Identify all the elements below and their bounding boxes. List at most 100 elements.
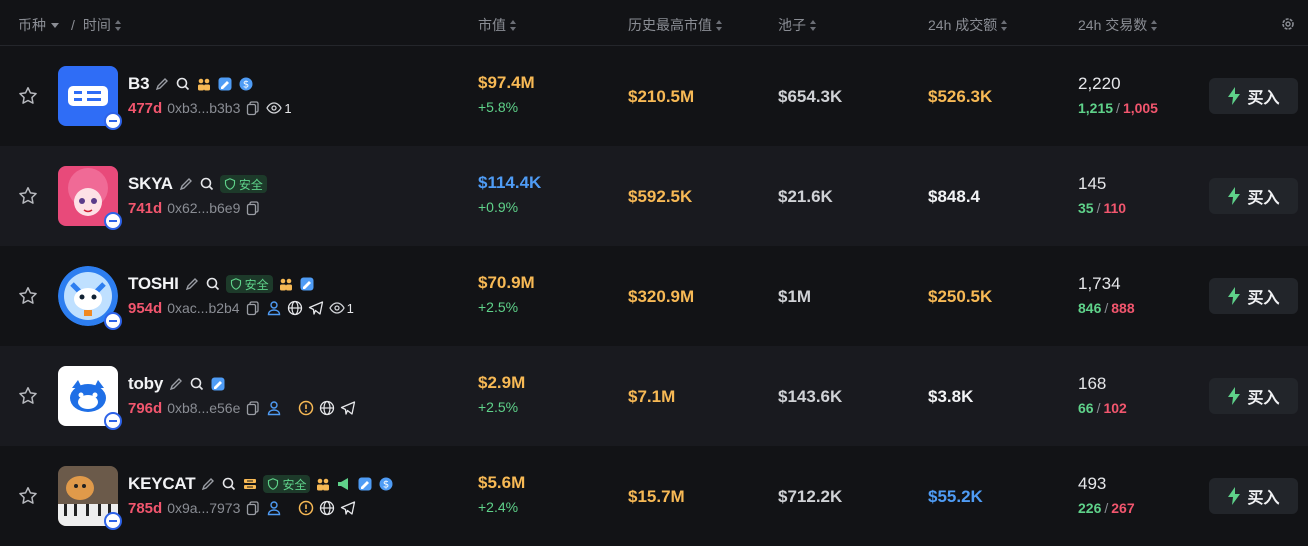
token-address[interactable]: 0xb3...b3b3	[167, 100, 240, 116]
search-icon[interactable]	[189, 376, 205, 392]
buy-button[interactable]: 买入	[1209, 278, 1298, 314]
user-icon[interactable]	[266, 400, 282, 416]
sort-icon	[716, 19, 723, 31]
token-name[interactable]: KEYCAT	[128, 474, 196, 494]
column-header-market-cap[interactable]: 市值	[478, 15, 517, 35]
volume-24h: $3.8K	[928, 387, 974, 406]
token-address[interactable]: 0xac...b2b4	[167, 300, 239, 316]
shield-icon	[230, 278, 241, 290]
buys-sells: 226/267	[1078, 500, 1135, 516]
buy-button[interactable]: 买入	[1209, 78, 1298, 114]
user-icon[interactable]	[266, 300, 282, 316]
table-header: 币种 / 时间 市值 历史最高市值 池子 24h 成交额 24h 交易数	[0, 0, 1308, 46]
shield-icon	[224, 178, 235, 190]
holders-icon	[198, 78, 211, 91]
verified-icon	[211, 377, 225, 391]
token-meta-line: 477d 0xb3...b3b3 1	[128, 98, 292, 118]
table-row[interactable]: KEYCAT 安全 $ 785d 0x9a...7973 $5.6M +2.4%	[0, 446, 1308, 546]
star-icon[interactable]	[17, 485, 39, 507]
txns-24h: 145	[1078, 174, 1107, 193]
table-row[interactable]: TOSHI 安全 954d 0xac...b2b4 1 $70.9M +2.5%…	[0, 246, 1308, 346]
chain-badge-icon	[104, 412, 122, 430]
star-icon[interactable]	[17, 85, 39, 107]
token-name[interactable]: TOSHI	[128, 274, 179, 294]
edit-icon[interactable]	[168, 376, 184, 392]
token-meta-line: 785d 0x9a...7973	[128, 498, 356, 518]
market-cap-change: +2.5%	[478, 399, 519, 415]
copy-icon[interactable]	[245, 300, 261, 316]
column-header-volume-24h[interactable]: 24h 成交额	[928, 15, 1008, 35]
token-name[interactable]: SKYA	[128, 174, 173, 194]
telegram-icon[interactable]	[340, 500, 356, 516]
volume-24h: $55.2K	[928, 487, 983, 506]
pool-value: $143.6K	[778, 387, 843, 406]
safe-badge: 安全	[263, 475, 311, 493]
ath-market-cap: $210.5M	[628, 87, 695, 106]
copy-icon[interactable]	[245, 500, 261, 516]
txns-24h: 1,734	[1078, 274, 1121, 293]
star-icon[interactable]	[17, 385, 39, 407]
token-title-line: TOSHI 安全	[128, 273, 315, 295]
buys-sells: 1,215/1,005	[1078, 100, 1158, 116]
star-icon[interactable]	[17, 185, 39, 207]
pool-value: $1M	[778, 287, 812, 306]
pool-value: $654.3K	[778, 87, 843, 106]
token-name[interactable]: toby	[128, 374, 163, 394]
table-row[interactable]: SKYA 安全 741d 0x62...b6e9 $114.4K +0.9% $…	[0, 146, 1308, 246]
column-header-pool[interactable]: 池子	[778, 15, 817, 35]
globe-icon[interactable]	[287, 300, 303, 316]
token-age: 954d	[128, 299, 163, 317]
globe-icon[interactable]	[319, 400, 335, 416]
edit-icon[interactable]	[178, 176, 194, 192]
table-row[interactable]: toby 796d 0xb8...e56e $2.9M +2.5% $7.1M …	[0, 346, 1308, 446]
column-header-ath-market-cap[interactable]: 历史最高市值	[628, 15, 723, 35]
sort-icon	[1151, 19, 1158, 31]
search-icon[interactable]	[199, 176, 215, 192]
watchers-count: 1	[284, 100, 292, 116]
column-header-coin[interactable]: 币种 / 时间	[18, 15, 122, 35]
buy-button[interactable]: 买入	[1209, 478, 1298, 514]
user-icon[interactable]	[266, 500, 282, 516]
safe-badge: 安全	[225, 275, 273, 293]
table-row[interactable]: B3 $ 477d 0xb3...b3b3 1 $97.4M +5.8% $21…	[0, 46, 1308, 146]
ath-market-cap: $320.9M	[628, 287, 695, 306]
token-address[interactable]: 0xb8...e56e	[167, 400, 240, 416]
token-name[interactable]: B3	[128, 74, 150, 94]
edit-icon[interactable]	[154, 76, 170, 92]
verified-icon	[218, 77, 232, 91]
search-icon[interactable]	[175, 76, 191, 92]
column-header-time[interactable]: 时间	[83, 15, 111, 35]
token-meta-line: 954d 0xac...b2b4 1	[128, 298, 354, 318]
globe-icon[interactable]	[319, 500, 335, 516]
dollar-icon: $	[379, 477, 393, 491]
copy-icon[interactable]	[245, 200, 261, 216]
chain-badge-icon	[104, 512, 122, 530]
buy-button[interactable]: 买入	[1209, 378, 1298, 414]
lightning-icon	[1228, 87, 1241, 105]
gear-icon[interactable]	[1280, 16, 1296, 32]
token-address[interactable]: 0x62...b6e9	[167, 200, 240, 216]
lightning-icon	[1228, 287, 1241, 305]
column-header-txns-24h[interactable]: 24h 交易数	[1078, 15, 1158, 35]
token-meta-line: 796d 0xb8...e56e	[128, 398, 356, 418]
token-age: 785d	[128, 499, 163, 517]
search-icon[interactable]	[205, 276, 221, 292]
copy-icon[interactable]	[245, 100, 261, 116]
telegram-icon[interactable]	[340, 400, 356, 416]
holders-icon	[317, 478, 330, 491]
edit-icon[interactable]	[200, 476, 216, 492]
telegram-icon[interactable]	[308, 300, 324, 316]
star-icon[interactable]	[17, 285, 39, 307]
chain-badge-icon	[104, 312, 122, 330]
edit-icon[interactable]	[184, 276, 200, 292]
watchers-count: 1	[346, 300, 354, 316]
txns-24h: 2,220	[1078, 74, 1121, 93]
token-title-line: KEYCAT 安全 $	[128, 473, 394, 495]
copy-icon[interactable]	[245, 400, 261, 416]
token-address[interactable]: 0x9a...7973	[167, 500, 240, 516]
pool-value: $21.6K	[778, 187, 833, 206]
dollar-icon: $	[239, 77, 253, 91]
search-icon[interactable]	[221, 476, 237, 492]
buy-button[interactable]: 买入	[1209, 178, 1298, 214]
lightning-icon	[1228, 387, 1241, 405]
